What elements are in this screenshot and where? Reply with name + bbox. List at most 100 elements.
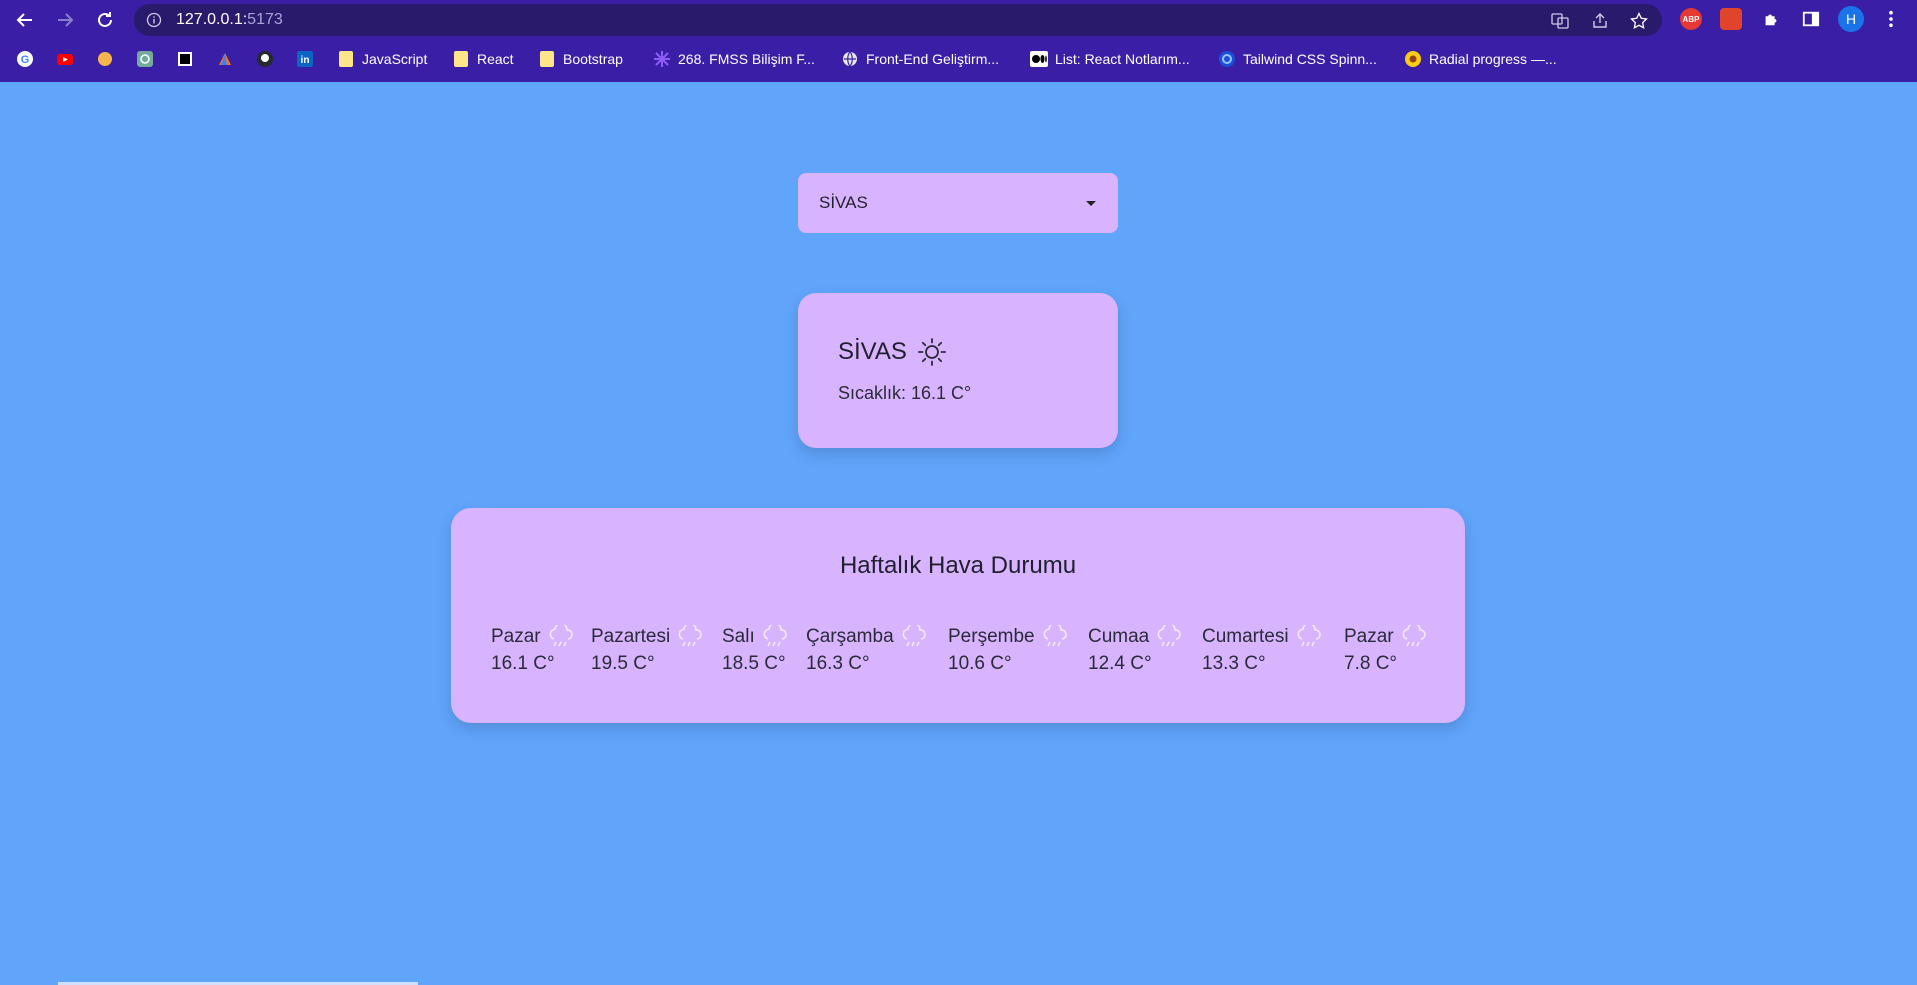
bookmark-linkedin[interactable]: in (296, 49, 314, 69)
bookmark-tailwind[interactable]: Tailwind CSS Spinn... (1218, 49, 1377, 69)
info-icon[interactable] (146, 12, 162, 28)
square-icon (176, 50, 194, 68)
forecast-day-name: Perşembe (948, 626, 1035, 647)
forecast-day: Pazar 16.1 C° (491, 625, 575, 675)
orange-circle-icon (96, 50, 114, 68)
bookmark-label: React (477, 51, 514, 67)
forecast-day: Cumaa 12.4 C° (1088, 625, 1183, 675)
bookmark-dev[interactable] (216, 49, 234, 69)
bookmark-label: List: React Notlarım... (1055, 51, 1190, 67)
bookmark-github[interactable] (256, 49, 274, 69)
forecast-day: Pazartesi 19.5 C° (591, 625, 704, 675)
menu-kebab-icon[interactable] (1880, 8, 1902, 30)
reload-button[interactable] (93, 8, 117, 32)
forecast-day-temp: 16.3 C° (806, 653, 870, 674)
forecast-day-temp: 18.5 C° (722, 653, 786, 674)
medium-icon (1030, 50, 1048, 68)
side-panel-icon[interactable] (1800, 8, 1822, 30)
rain-cloud-icon (763, 625, 787, 647)
browser-chrome: 127.0.0.1:5173 ABP H G in JavaScript Rea… (0, 0, 1917, 82)
bookmark-folder-react[interactable]: React (452, 49, 514, 69)
bookmark-medium[interactable]: List: React Notlarım... (1030, 49, 1190, 69)
current-city-name: SİVAS (838, 338, 907, 365)
adblock-extension-icon[interactable]: ABP (1680, 8, 1702, 30)
google-icon: G (16, 50, 34, 68)
spinner-icon (1218, 50, 1236, 68)
forecast-day-temp: 7.8 C° (1344, 653, 1398, 674)
forecast-day-temp: 19.5 C° (591, 653, 655, 674)
url-port: 5173 (247, 11, 283, 28)
folder-icon (337, 50, 355, 68)
forward-button[interactable] (53, 8, 77, 32)
bookmark-circle[interactable] (96, 49, 114, 69)
forecast-day-name: Cumaa (1088, 626, 1150, 647)
rain-cloud-icon (1297, 625, 1321, 647)
back-button[interactable] (13, 8, 37, 32)
svg-text:in: in (301, 55, 310, 66)
chatgpt-icon (136, 50, 154, 68)
reload-icon (98, 12, 112, 27)
current-city-heading: SİVAS (838, 337, 947, 367)
address-bar[interactable]: 127.0.0.1:5173 (134, 4, 1662, 36)
forecast-day-name: Çarşamba (806, 626, 894, 647)
linkedin-icon: in (296, 50, 314, 68)
pdf-extension-icon[interactable] (1720, 8, 1742, 30)
folder-icon (538, 50, 556, 68)
bookmark-label: 268. FMSS Bilişim F... (678, 51, 815, 67)
bookmark-frontend[interactable]: Front-End Geliştirm... (841, 49, 999, 69)
forecast-day-name: Pazar (1344, 626, 1394, 647)
rain-cloud-icon (549, 625, 573, 647)
browser-toolbar: 127.0.0.1:5173 ABP H (0, 0, 1917, 40)
weekly-forecast-card: Haftalık Hava Durumu Pazar 16.1 C° Pazar… (451, 508, 1465, 723)
current-weather-card: SİVAS Sıcaklık: 16.1 C° (798, 293, 1118, 448)
bird-icon (216, 50, 234, 68)
arrow-left-icon (16, 13, 32, 27)
bookmark-square[interactable] (176, 49, 194, 69)
globe-icon (841, 50, 859, 68)
bookmark-google[interactable]: G (16, 49, 34, 69)
rain-cloud-icon (678, 625, 703, 647)
bookmark-youtube[interactable] (56, 49, 74, 69)
forecast-day: Perşembe 10.6 C° (948, 625, 1069, 675)
bookmark-label: Bootstrap (563, 51, 623, 67)
forecast-day-name: Salı (722, 626, 755, 647)
flower-icon (653, 50, 671, 68)
bookmark-folder-bootstrap[interactable]: Bootstrap (538, 49, 623, 69)
bookmark-folder-javascript[interactable]: JavaScript (337, 49, 427, 69)
forecast-day-temp: 10.6 C° (948, 653, 1012, 674)
rain-cloud-icon (1402, 625, 1426, 647)
bookmark-fmss[interactable]: 268. FMSS Bilişim F... (653, 49, 815, 69)
bookmark-radial-progress[interactable]: Radial progress —... (1404, 49, 1557, 69)
extensions-puzzle-icon[interactable] (1760, 8, 1782, 30)
abp-label: ABP (1682, 14, 1700, 24)
bookmark-chatgpt[interactable] (136, 49, 154, 69)
folder-icon (452, 50, 470, 68)
profile-avatar[interactable]: H (1838, 6, 1864, 32)
city-select[interactable]: SİVAS (798, 173, 1118, 233)
profile-initial: H (1845, 11, 1857, 27)
forecast-day-name: Pazartesi (591, 626, 671, 647)
github-icon (256, 50, 274, 68)
bookmarks-bar: G in JavaScript React Bootstrap 268. FMS… (0, 44, 1917, 74)
caret-down-icon (1086, 201, 1096, 206)
forecast-day-temp: 12.4 C° (1088, 653, 1152, 674)
youtube-icon (56, 50, 74, 68)
weekly-forecast-title: Haftalık Hava Durumu (839, 552, 1077, 579)
forecast-day: Çarşamba 16.3 C° (806, 625, 928, 675)
rain-cloud-icon (902, 625, 926, 647)
rain-cloud-icon (1043, 625, 1067, 647)
forecast-day-name: Cumartesi (1202, 626, 1289, 647)
forecast-day-name: Pazar (491, 626, 541, 647)
sunflower-icon (1404, 50, 1422, 68)
star-icon[interactable] (1630, 12, 1648, 30)
city-select-value: SİVAS (819, 193, 868, 212)
translate-icon[interactable] (1551, 12, 1569, 30)
svg-text:G: G (21, 54, 30, 66)
bookmark-label: Radial progress —... (1429, 51, 1557, 67)
forecast-day-temp: 16.1 C° (491, 653, 555, 674)
bookmark-label: JavaScript (362, 51, 428, 67)
sun-icon (918, 338, 946, 366)
url-text: 127.0.0.1:5173 (176, 11, 283, 29)
forecast-day: Salı 18.5 C° (722, 625, 789, 675)
share-icon[interactable] (1591, 12, 1609, 30)
